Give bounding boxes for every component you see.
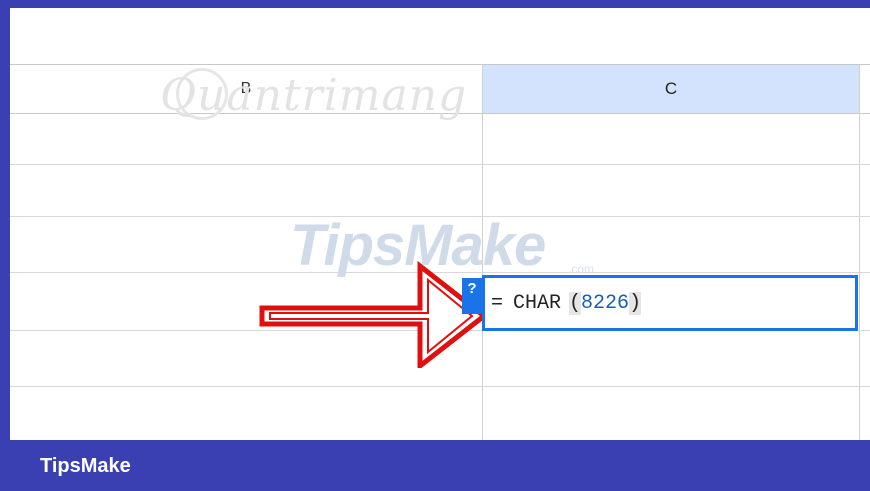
watermark-domain: .com <box>568 262 595 276</box>
help-icon-glyph: ? <box>467 280 477 297</box>
formula-argument: 8226 <box>581 291 630 315</box>
footer-brand: TipsMake <box>40 455 131 477</box>
grid-line-vertical <box>859 64 860 440</box>
formula-equals: = <box>491 291 504 315</box>
grid-line-horizontal <box>10 164 870 165</box>
formula-function-name: CHAR <box>513 291 562 315</box>
spreadsheet-area: B C Quantrimang TipsMake .com ? = CHAR (… <box>10 8 870 440</box>
formula-help-icon[interactable]: ? <box>462 278 482 314</box>
grid-line-horizontal <box>10 386 870 387</box>
column-header-c[interactable]: C <box>483 65 859 113</box>
formula-close-paren: ) <box>629 291 642 315</box>
formula-open-paren: ( <box>569 291 582 315</box>
watermark-quantrimang: Quantrimang <box>160 70 468 121</box>
column-c-label: C <box>664 79 678 98</box>
formula-cell-editor[interactable]: = CHAR ( 8226 ) <box>482 275 858 331</box>
